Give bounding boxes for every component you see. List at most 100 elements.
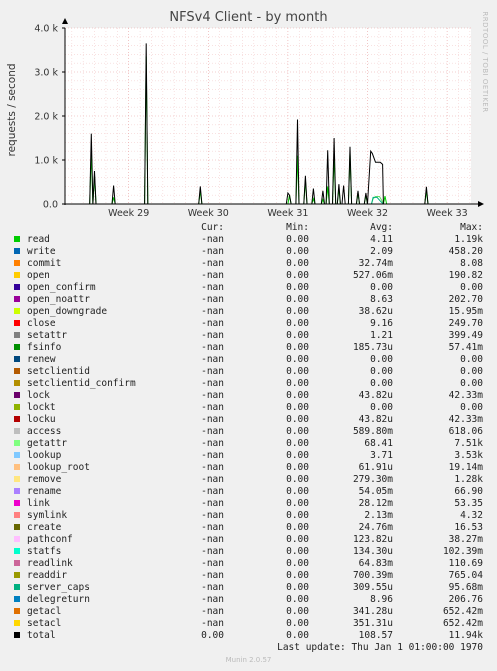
legend-cur: -nan — [201, 402, 224, 413]
legend-swatch — [14, 404, 20, 410]
legend-max: 0.00 — [460, 282, 483, 293]
legend-max: 66.90 — [454, 486, 483, 497]
legend-cur: -nan — [201, 594, 224, 605]
legend-name: link — [27, 498, 50, 509]
legend-avg: 68.41 — [364, 438, 393, 449]
legend-name: lookup — [27, 450, 62, 461]
legend-max: 42.33m — [448, 414, 483, 425]
legend-cur: -nan — [201, 558, 224, 569]
legend-name: statfs — [27, 546, 62, 557]
legend-cur: -nan — [201, 390, 224, 401]
legend-avg: 43.82u — [358, 390, 393, 401]
legend-name: commit — [27, 258, 62, 269]
legend-swatch — [14, 332, 20, 338]
legend-swatch — [14, 380, 20, 386]
legend-min: 0.00 — [286, 390, 309, 401]
legend-row-setclientid_confirm: setclientid_confirm -nan 0.00 0.00 0.00 — [0, 378, 497, 390]
legend-min: 0.00 — [286, 534, 309, 545]
legend-swatch — [14, 452, 20, 458]
legend-name: open_noattr — [27, 294, 90, 305]
legend-name: read — [27, 234, 50, 245]
legend-row-remove: remove -nan 0.00 279.30m 1.28k — [0, 474, 497, 486]
legend-min: 0.00 — [286, 366, 309, 377]
legend-avg: 123.82u — [352, 534, 393, 545]
legend-row-server_caps: server_caps -nan 0.00 309.55u 95.68m — [0, 582, 497, 594]
legend-cur: -nan — [201, 546, 224, 557]
legend-name: readdir — [27, 570, 68, 581]
legend-name: rename — [27, 486, 62, 497]
legend-swatch — [14, 608, 20, 614]
legend-cur: -nan — [201, 294, 224, 305]
legend-avg: 185.73u — [352, 342, 393, 353]
legend-row-readdir: readdir -nan 0.00 700.39m 765.04 — [0, 570, 497, 582]
legend-min: 0.00 — [286, 438, 309, 449]
legend-cur: -nan — [201, 582, 224, 593]
legend-swatch — [14, 596, 20, 602]
legend-avg: 28.12m — [358, 498, 393, 509]
legend-row-symlink: symlink -nan 0.00 2.13m 4.32 — [0, 510, 497, 522]
legend-min: 0.00 — [286, 570, 309, 581]
legend-avg: 108.57 — [358, 630, 393, 641]
chart-plot: 0.01.0 k2.0 k3.0 k4.0 k Week 29 Week 30 We… — [34, 18, 484, 219]
legend-row-access: access -nan 0.00 589.80m 618.06 — [0, 426, 497, 438]
legend-max: 11.94k — [448, 630, 483, 641]
legend-cur: -nan — [201, 366, 224, 377]
legend-cur: -nan — [201, 306, 224, 317]
legend-max: 0.00 — [460, 378, 483, 389]
legend-avg: 527.06m — [352, 270, 393, 281]
last-update: Last update: Thu Jan 1 01:00:00 1970 — [277, 642, 483, 653]
legend-max: 38.27m — [448, 534, 483, 545]
legend-cur: -nan — [201, 426, 224, 437]
legend-row-link: link -nan 0.00 28.12m 53.35 — [0, 498, 497, 510]
legend-avg: 64.83m — [358, 558, 393, 569]
legend-row-lock: lock -nan 0.00 43.82u 42.33m — [0, 390, 497, 402]
legend-max: 249.70 — [448, 318, 483, 329]
legend-swatch — [14, 536, 20, 542]
legend-swatch — [14, 248, 20, 254]
legend-max: 0.00 — [460, 402, 483, 413]
legend-swatch — [14, 236, 20, 242]
legend-min: 0.00 — [286, 546, 309, 557]
legend-max: 16.53 — [454, 522, 483, 533]
legend-min: 0.00 — [286, 306, 309, 317]
legend-avg: 0.00 — [370, 378, 393, 389]
legend-swatch — [14, 296, 20, 302]
legend-row-delegreturn: delegreturn -nan 0.00 8.96 206.76 — [0, 594, 497, 606]
y-tick-label: 0.0 — [43, 200, 58, 211]
legend-avg: 61.91u — [358, 462, 393, 473]
legend-swatch — [14, 308, 20, 314]
legend-name: symlink — [27, 510, 68, 521]
legend-row-total: total 0.00 0.00 108.57 11.94k — [0, 630, 497, 642]
legend-cur: -nan — [201, 414, 224, 425]
legend-cur: -nan — [201, 510, 224, 521]
legend-cur: -nan — [201, 606, 224, 617]
legend-row-locku: locku -nan 0.00 43.82u 42.33m — [0, 414, 497, 426]
legend-cur: 0.00 — [201, 630, 224, 641]
legend-min: 0.00 — [286, 330, 309, 341]
legend-min: 0.00 — [286, 378, 309, 389]
legend-swatch — [14, 524, 20, 530]
x-tick-label: Week 32 — [347, 208, 388, 219]
legend-cur: -nan — [201, 282, 224, 293]
legend-max: 95.68m — [448, 582, 483, 593]
legend-name: open_confirm — [27, 282, 96, 293]
legend-avg: 309.55u — [352, 582, 393, 593]
legend-max: 1.19k — [454, 234, 483, 245]
legend-row-readlink: readlink -nan 0.00 64.83m 110.69 — [0, 558, 497, 570]
legend-row-create: create -nan 0.00 24.76m 16.53 — [0, 522, 497, 534]
legend-swatch — [14, 272, 20, 278]
legend-max: 1.28k — [454, 474, 483, 485]
legend-name: delegreturn — [27, 594, 90, 605]
legend-avg: 54.05m — [358, 486, 393, 497]
legend-max: 8.08 — [460, 258, 483, 269]
legend-min: 0.00 — [286, 402, 309, 413]
legend-name: lock — [27, 390, 50, 401]
legend-cur: -nan — [201, 534, 224, 545]
legend-max: 399.49 — [448, 330, 483, 341]
legend-min: 0.00 — [286, 342, 309, 353]
legend-max: 458.20 — [448, 246, 483, 257]
legend-name: fsinfo — [27, 342, 62, 353]
legend-name: lockt — [27, 402, 56, 413]
legend-swatch — [14, 572, 20, 578]
legend-row-setclientid: setclientid -nan 0.00 0.00 0.00 — [0, 366, 497, 378]
